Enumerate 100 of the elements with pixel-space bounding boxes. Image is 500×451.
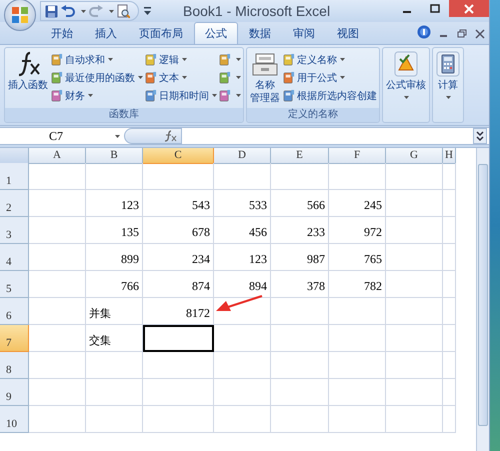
row-header[interactable]: 5 bbox=[0, 271, 29, 298]
table-cell bbox=[29, 406, 86, 433]
ribbon-tab[interactable]: 数据 bbox=[238, 22, 282, 44]
office-button[interactable] bbox=[4, 0, 36, 31]
table-cell bbox=[86, 406, 143, 433]
table-cell bbox=[143, 163, 214, 190]
table-cell: 566 bbox=[271, 190, 329, 217]
close-button[interactable] bbox=[449, 0, 489, 17]
ribbon-tab[interactable]: 页面布局 bbox=[128, 22, 194, 44]
ribbon-tab[interactable]: 审阅 bbox=[282, 22, 326, 44]
ribbon-button[interactable]: 根据所选内容创建 bbox=[283, 87, 377, 104]
insert-function-icon[interactable] bbox=[163, 130, 177, 142]
table-cell bbox=[386, 271, 443, 298]
table-cell bbox=[386, 379, 443, 406]
column-header[interactable]: G bbox=[386, 148, 443, 164]
ribbon-button[interactable]: 文本 bbox=[145, 69, 217, 86]
ribbon-button[interactable] bbox=[219, 87, 241, 104]
ribbon-tab[interactable]: 视图 bbox=[326, 22, 370, 44]
ribbon-button[interactable]: 用于公式 bbox=[283, 69, 377, 86]
ribbon-button[interactable] bbox=[219, 69, 241, 86]
maximize-icon[interactable] bbox=[430, 4, 440, 14]
table-cell bbox=[143, 379, 214, 406]
table-cell bbox=[386, 325, 443, 352]
restore-window-icon[interactable] bbox=[457, 29, 467, 39]
table-cell bbox=[214, 325, 271, 352]
table-cell bbox=[443, 325, 456, 352]
close-icon bbox=[464, 4, 474, 14]
table-cell: 234 bbox=[143, 244, 214, 271]
book-icon bbox=[283, 89, 295, 102]
table-cell bbox=[329, 379, 386, 406]
help-icon[interactable] bbox=[417, 25, 431, 39]
table-cell bbox=[443, 163, 456, 190]
caret-icon bbox=[109, 10, 114, 12]
table-cell bbox=[143, 406, 214, 433]
table-cell: 135 bbox=[86, 217, 143, 244]
ribbon-button[interactable]: 插入函数 bbox=[7, 50, 49, 106]
row-header[interactable]: 6 bbox=[0, 298, 29, 325]
save-icon[interactable] bbox=[45, 4, 58, 18]
customize-toolbar-icon[interactable] bbox=[144, 7, 151, 15]
ribbon-button[interactable]: 公式审核 bbox=[385, 50, 427, 120]
table-cell: 245 bbox=[329, 190, 386, 217]
column-header[interactable]: C bbox=[143, 148, 214, 164]
column-header[interactable]: A bbox=[29, 148, 86, 164]
table-cell: 456 bbox=[214, 217, 271, 244]
book-icon bbox=[51, 71, 63, 84]
active-cell[interactable] bbox=[143, 325, 214, 352]
ribbon-button[interactable]: 财务 bbox=[51, 87, 143, 104]
row-header[interactable]: 10 bbox=[0, 406, 29, 433]
row-header[interactable]: 9 bbox=[0, 379, 29, 406]
vertical-scrollbar[interactable] bbox=[476, 148, 489, 451]
table-cell: 987 bbox=[271, 244, 329, 271]
ribbon-button[interactable]: 定义名称 bbox=[283, 51, 377, 68]
ribbon-button[interactable]: 计算 bbox=[435, 50, 461, 120]
table-cell: 交集 bbox=[86, 325, 143, 352]
table-cell bbox=[386, 352, 443, 379]
table-cell bbox=[29, 379, 86, 406]
row-header[interactable]: 1 bbox=[0, 163, 29, 190]
row-header[interactable]: 2 bbox=[0, 190, 29, 217]
undo-icon[interactable] bbox=[61, 4, 75, 18]
calculator-icon bbox=[436, 51, 460, 77]
table-cell bbox=[29, 271, 86, 298]
ribbon-button[interactable]: 名称 管理器 bbox=[249, 50, 281, 106]
column-header[interactable]: F bbox=[329, 148, 386, 164]
close-workbook-icon[interactable] bbox=[475, 29, 485, 39]
ribbon-button[interactable]: 逻辑 bbox=[145, 51, 217, 68]
table-cell bbox=[271, 163, 329, 190]
ribbon-tab[interactable]: 公式 bbox=[194, 22, 238, 44]
table-cell bbox=[214, 406, 271, 433]
column-header[interactable]: H bbox=[443, 148, 456, 164]
table-cell: 123 bbox=[214, 244, 271, 271]
table-cell bbox=[271, 379, 329, 406]
row-header[interactable]: 8 bbox=[0, 352, 29, 379]
book-icon bbox=[51, 53, 63, 66]
office-logo-icon bbox=[11, 6, 29, 24]
table-cell bbox=[386, 190, 443, 217]
table-cell bbox=[86, 163, 143, 190]
ribbon-button[interactable]: 最近使用的函数 bbox=[51, 69, 143, 86]
print-preview-icon[interactable] bbox=[117, 4, 130, 18]
column-header[interactable]: E bbox=[271, 148, 329, 164]
ribbon-tab[interactable]: 插入 bbox=[84, 22, 128, 44]
row-header[interactable]: 4 bbox=[0, 244, 29, 271]
column-header[interactable]: D bbox=[214, 148, 271, 164]
row-header[interactable]: 3 bbox=[0, 217, 29, 244]
table-cell bbox=[386, 163, 443, 190]
table-cell bbox=[329, 298, 386, 325]
table-cell: 894 bbox=[214, 271, 271, 298]
table-cell bbox=[86, 352, 143, 379]
book-icon bbox=[51, 89, 63, 102]
card-file-icon bbox=[250, 51, 280, 77]
ribbon-button[interactable]: 日期和时间 bbox=[145, 87, 217, 104]
expand-icon[interactable] bbox=[473, 128, 487, 144]
table-cell bbox=[86, 379, 143, 406]
column-header[interactable]: B bbox=[86, 148, 143, 164]
group-label: 函数库 bbox=[5, 108, 243, 122]
book-icon bbox=[219, 89, 231, 102]
table-cell bbox=[386, 298, 443, 325]
row-header[interactable]: 7 bbox=[0, 325, 29, 352]
ribbon-button[interactable] bbox=[219, 51, 241, 68]
ribbon-tab[interactable]: 开始 bbox=[40, 22, 84, 44]
ribbon-button[interactable]: 自动求和 bbox=[51, 51, 143, 68]
